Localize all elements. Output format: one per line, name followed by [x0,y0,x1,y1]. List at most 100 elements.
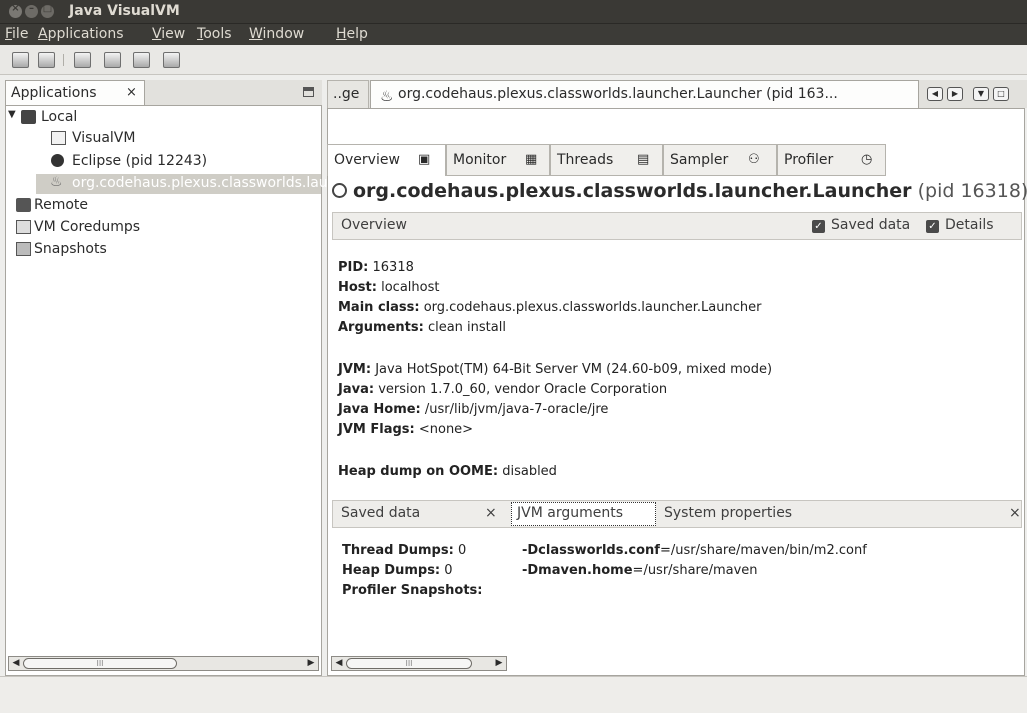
minimize-panel-icon[interactable] [303,87,314,97]
tree-node-eclipse[interactable]: Eclipse (pid 12243) [6,152,321,173]
minimize-window-button[interactable]: – [25,3,38,18]
tab-sampler-label: Sampler [670,152,729,168]
menu-view-mnemonic: V [152,26,162,42]
tab-monitor[interactable]: Monitor ▦ [446,144,550,176]
scrollbar-thumb[interactable]: III [23,658,177,669]
snapshots-icon [16,242,31,256]
tab-scroll-left-button[interactable]: ◀ [927,87,943,101]
menu-view[interactable]: View [152,26,185,42]
running-indicator-icon [332,183,347,198]
threads-icon: ▤ [637,152,650,167]
visualvm-app-icon [51,131,66,145]
tab-previous-label: ..ge [333,86,360,102]
add-vm-coredump-icon[interactable] [133,52,150,68]
window-title: Java VisualVM [69,3,180,19]
visualvm-window: × – □ Java VisualVM File Applications Vi… [0,0,1027,713]
tree-label-visualvm: VisualVM [72,130,136,146]
toolbar-separator [63,54,64,66]
scroll-right-icon[interactable]: ▶ [492,657,506,670]
menu-tools[interactable]: Tools [197,26,232,42]
heap-dumps-value: 0 [444,563,453,578]
menu-help[interactable]: Help [336,26,368,42]
info-pid-value: 16318 [372,260,414,275]
saved-heap-dumps: Heap Dumps: 0 [342,563,453,578]
tab-previous-document[interactable]: ..ge [327,80,369,108]
tree-node-visualvm[interactable]: VisualVM [6,129,321,150]
expand-arrow-icon[interactable]: ▼ [8,109,16,120]
profiler-icon: ◷ [861,152,873,167]
system-properties-close-icon[interactable]: × [1009,505,1021,521]
tree-node-selected-launcher[interactable]: ♨ org.codehaus.plexus.classworlds.launch… [36,174,436,194]
tab-launcher-document[interactable]: ♨ org.codehaus.plexus.classworlds.launch… [370,80,919,108]
scroll-left-icon[interactable]: ◀ [9,657,23,670]
tab-system-properties[interactable]: System properties [664,505,792,521]
coredump-icon [16,220,31,234]
jvm-arg1-value: =/usr/share/maven/bin/m2.conf [659,543,867,558]
maximize-document-button[interactable]: □ [993,87,1009,101]
overview-section-bar: Overview ✓ Saved data ✓ Details [332,212,1022,240]
info-heap-dump-oome: Heap dump on OOME: disabled [338,464,557,479]
computer-icon [21,110,36,124]
tree-node-local[interactable]: ▼ Local [6,108,321,129]
tab-applications-close-icon[interactable]: × [126,85,137,100]
load-application-snapshot-icon[interactable] [12,52,29,68]
tree-node-remote[interactable]: Remote [6,196,321,217]
tab-overview[interactable]: Overview ▣ [327,144,446,176]
menu-window-mnemonic: W [249,26,263,42]
tree-node-vm-coredumps[interactable]: VM Coredumps [6,218,321,239]
scrollbar-thumb[interactable]: III [346,658,472,669]
menu-file[interactable]: File [5,26,28,42]
tab-profiler[interactable]: Profiler ◷ [777,144,886,176]
info-host: Host: localhost [338,280,439,295]
tab-threads[interactable]: Threads ▤ [550,144,663,176]
close-window-button[interactable]: × [9,3,22,18]
saved-data-checkbox-label[interactable]: Saved data [831,217,910,233]
scrollbar-thumb-grip: III [405,659,413,668]
info-host-key: Host: [338,280,377,295]
tree-label-eclipse: Eclipse (pid 12243) [72,153,208,169]
info-arguments: Arguments: clean install [338,320,506,335]
menu-tools-label: ools [203,26,232,42]
menu-applications[interactable]: Applications [38,26,124,42]
scroll-left-icon[interactable]: ◀ [332,657,346,670]
saved-data-close-icon[interactable]: × [485,505,497,521]
scroll-right-icon[interactable]: ▶ [304,657,318,670]
info-heap-dump-oome-key: Heap dump on OOME: [338,464,499,479]
profiler-snapshots-key: Profiler Snapshots: [342,583,483,598]
info-java-home-key: Java Home: [338,402,421,417]
tree-node-snapshots[interactable]: Snapshots [6,240,321,261]
load-heap-dump-icon[interactable] [38,52,55,68]
info-java-key: Java: [338,382,375,397]
maximize-window-button[interactable]: □ [41,3,54,18]
info-main-class: Main class: org.codehaus.plexus.classwor… [338,300,761,315]
info-main-class-value: org.codehaus.plexus.classworlds.launcher… [423,300,762,315]
heap-dumps-key: Heap Dumps: [342,563,441,578]
details-horizontal-scrollbar[interactable]: ◀ III ▶ [331,656,507,671]
tab-jvm-arguments[interactable]: JVM arguments [511,502,656,526]
info-pid-key: PID: [338,260,369,275]
menu-help-label: elp [346,26,368,42]
status-bar [0,676,1027,713]
info-jvm: JVM: Java HotSpot(TM) 64-Bit Server VM (… [338,362,772,377]
info-jvm-flags-value: <none> [418,422,474,437]
tab-scroll-right-button[interactable]: ▶ [947,87,963,101]
tab-applications[interactable]: Applications × [5,80,145,106]
info-main-class-key: Main class: [338,300,420,315]
tab-profiler-label: Profiler [784,152,834,168]
details-checkbox[interactable]: ✓ [926,220,939,233]
saved-data-checkbox[interactable]: ✓ [812,220,825,233]
details-checkbox-label[interactable]: Details [945,217,994,233]
add-remote-host-icon[interactable] [104,52,121,68]
menu-window[interactable]: Window [249,26,304,42]
info-java: Java: version 1.7.0_60, vendor Oracle Co… [338,382,667,397]
jvm-argument-maven-home: -Dmaven.home=/usr/share/maven [522,563,758,578]
menu-applications-mnemonic: A [38,26,48,42]
tree-label-local: Local [41,109,78,125]
add-jmx-connection-icon[interactable] [74,52,91,68]
compare-snapshots-icon[interactable] [163,52,180,68]
menu-view-label: iew [161,26,186,42]
tab-sampler[interactable]: Sampler ⚇ [663,144,777,176]
tab-saved-data[interactable]: Saved data [341,505,420,521]
applications-horizontal-scrollbar[interactable]: ◀ III ▶ [8,656,319,671]
tab-list-dropdown-button[interactable]: ▼ [973,87,989,101]
